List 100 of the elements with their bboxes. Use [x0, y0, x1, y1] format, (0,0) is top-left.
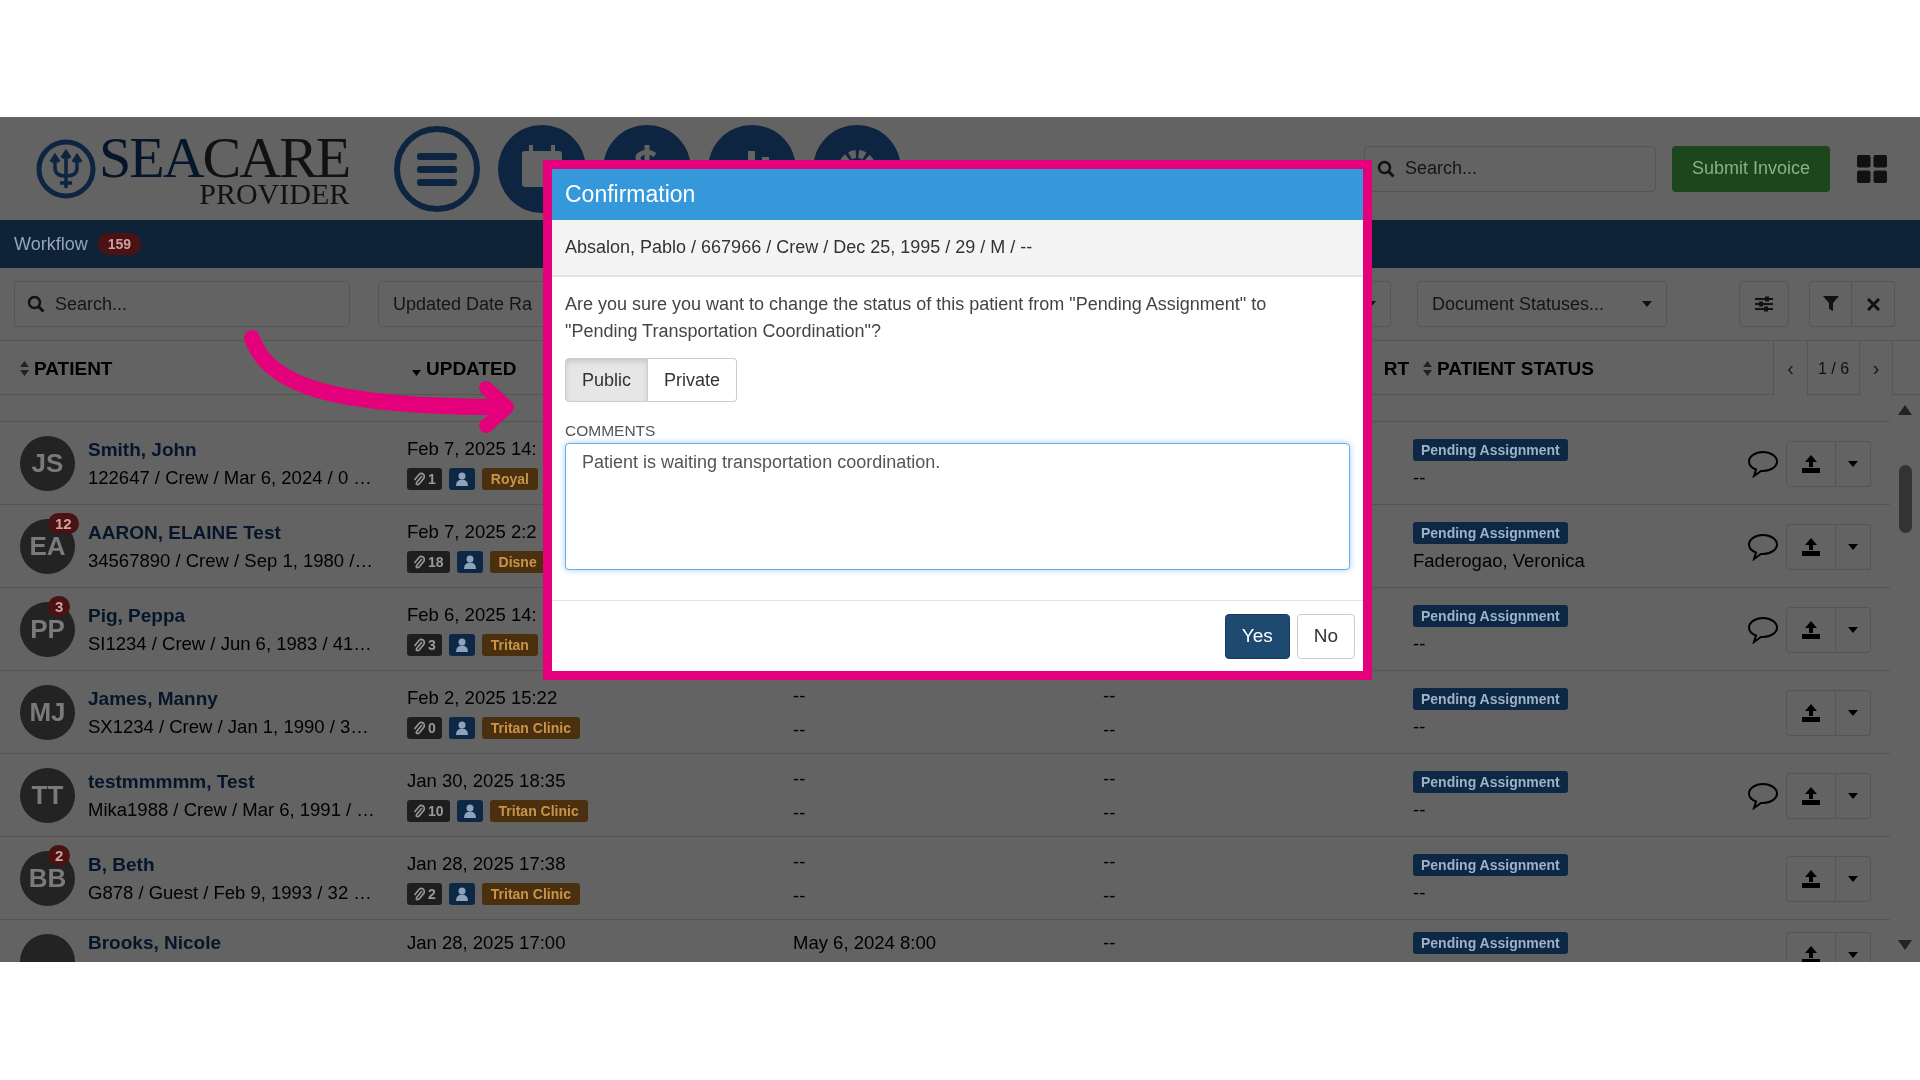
filter-button[interactable]: [1809, 281, 1852, 327]
updated-date: Jan 28, 2025 17:38: [407, 852, 567, 875]
assignee-name: Faderogao, Veronica: [1413, 549, 1585, 572]
grid-icon[interactable]: [1857, 154, 1887, 183]
notification-badge: 2: [48, 845, 71, 866]
upload-button[interactable]: [1786, 606, 1836, 653]
scroll-up-icon[interactable]: [1898, 405, 1912, 415]
caret-icon: [1848, 460, 1858, 467]
patient-info: Absalon, Pablo / 667966 / Crew / Dec 25, 1995 / 29 / M / --: [565, 237, 1033, 258]
scroll-down-icon[interactable]: [1898, 940, 1912, 950]
patient-details: G878 / Guest / Feb 9, 1993 / 32 …: [88, 881, 373, 904]
table-cell-text: --: [793, 850, 807, 873]
table-cell-text: --: [793, 767, 807, 790]
upload-button[interactable]: [1786, 772, 1836, 819]
menu-icon[interactable]: [393, 124, 481, 213]
dialog-title: Confirmation: [565, 181, 696, 208]
upload-button[interactable]: [1786, 523, 1836, 570]
upload-icon: [1801, 620, 1821, 639]
upload-button[interactable]: [1786, 855, 1836, 902]
patient-name-link[interactable]: Brooks, Nicole: [88, 932, 407, 954]
avatar: MJ: [20, 685, 75, 740]
search-field[interactable]: Search...: [1364, 145, 1656, 192]
clinic-tag: Tritan: [481, 633, 538, 656]
patient-details: Mika1988 / Crew / Mar 6, 1991 / …: [88, 798, 376, 821]
attachment-count-tag: 3: [407, 633, 442, 656]
clinic-tag: Royal: [481, 467, 538, 490]
column-header[interactable]: PATIENT: [34, 357, 113, 380]
previous-page-button[interactable]: ‹: [1773, 341, 1807, 396]
no-button[interactable]: No: [1296, 613, 1355, 659]
caret-icon: [1848, 709, 1858, 716]
search-icon: [27, 295, 45, 313]
attachment-count-tag: 2: [407, 882, 442, 905]
table-cell-text: May 6, 2024 8:00: [793, 932, 937, 954]
person-icon: [455, 637, 468, 652]
paperclip-icon: [413, 720, 425, 735]
paperclip-icon: [413, 803, 425, 818]
sort-icon[interactable]: [1423, 361, 1432, 376]
person-icon: [455, 720, 468, 735]
settings-button[interactable]: [1739, 281, 1789, 327]
attachment-count-tag: 1: [407, 467, 442, 490]
status-badge: Pending Assignment: [1413, 438, 1568, 461]
person-icon: [455, 886, 468, 901]
column-header[interactable]: RT: [1383, 357, 1409, 380]
clinic-tag: Disne: [489, 550, 546, 573]
patient-name-link[interactable]: James, Manny: [88, 687, 407, 710]
caret-icon: [1848, 952, 1858, 958]
avatar: JS: [20, 436, 75, 491]
caret-icon: [1848, 792, 1858, 799]
clear-button[interactable]: [1852, 281, 1895, 327]
status-badge: Pending Assignment: [1413, 521, 1568, 544]
visibility-toggle-button[interactable]: Public: [565, 358, 649, 402]
patient-name-link[interactable]: Smith, John: [88, 438, 407, 461]
table-cell-text: --: [1103, 884, 1117, 907]
table-cell-text: --: [793, 684, 807, 707]
document-statuses-select[interactable]: Document Statuses...: [1417, 281, 1667, 327]
table-cell-text: --: [1103, 850, 1117, 873]
patient-name-link[interactable]: B, Beth: [88, 853, 407, 876]
patient-details: SI1234 / Crew / Jun 6, 1983 / 41…: [88, 632, 373, 655]
updated-date: Feb 2, 2025 15:22: [407, 686, 559, 709]
upload-button[interactable]: [1786, 440, 1836, 487]
visibility-toggle-button[interactable]: Private: [648, 358, 738, 402]
speech-bubble-icon[interactable]: [1747, 781, 1779, 810]
patient-name-link[interactable]: testmmmmm, Test: [88, 770, 407, 793]
close-icon: [1866, 297, 1880, 311]
person-icon: [463, 803, 476, 818]
comments-label: COMMENTS: [565, 422, 657, 440]
patient-details: 122647 / Crew / Mar 6, 2024 / 0 …: [88, 466, 373, 489]
assignee-name: --: [1413, 466, 1426, 489]
next-page-button[interactable]: ›: [1859, 341, 1894, 396]
column-header[interactable]: UPDATED: [426, 357, 517, 380]
clinic-tag: Tritan Clinic: [489, 799, 588, 822]
table-cell-text: --: [1103, 801, 1117, 824]
status-badge: Pending Assignment: [1413, 687, 1568, 710]
table-cell-text: --: [1103, 718, 1117, 741]
column-header[interactable]: PATIENT STATUS: [1437, 357, 1594, 380]
assignee-name: --: [1413, 881, 1426, 904]
upload-icon: [1801, 454, 1821, 473]
speech-bubble-icon[interactable]: [1747, 532, 1779, 561]
paperclip-icon: [413, 886, 425, 901]
comments-field[interactable]: Patient is waiting transportation coordination.: [565, 443, 1350, 570]
upload-button[interactable]: [1786, 689, 1836, 736]
caret-icon: [1642, 301, 1652, 307]
yes-button[interactable]: Yes: [1224, 613, 1290, 659]
patient-details: 34567890 / Crew / Sep 1, 1980 /…: [88, 549, 374, 572]
speech-bubble-icon[interactable]: [1747, 615, 1779, 644]
submit-invoice-button[interactable]: Submit Invoice: [1672, 145, 1830, 192]
table-cell-text: --: [793, 801, 807, 824]
workflow-tab[interactable]: Workflow: [14, 233, 88, 255]
person-icon: [463, 554, 476, 569]
paperclip-icon: [413, 554, 425, 569]
upload-icon: [1801, 869, 1821, 888]
assignee-name: --: [1413, 632, 1426, 655]
patient-name-link[interactable]: Pig, Peppa: [88, 604, 407, 627]
search-field[interactable]: Search...: [14, 281, 350, 327]
table-cell-text: --: [1103, 684, 1117, 707]
patient-name-link[interactable]: AARON, ELAINE Test: [88, 521, 407, 544]
sort-icon[interactable]: [20, 361, 29, 376]
speech-bubble-icon[interactable]: [1747, 449, 1779, 478]
upload-icon: [1801, 703, 1821, 722]
scrollbar-thumb[interactable]: [1898, 465, 1912, 533]
